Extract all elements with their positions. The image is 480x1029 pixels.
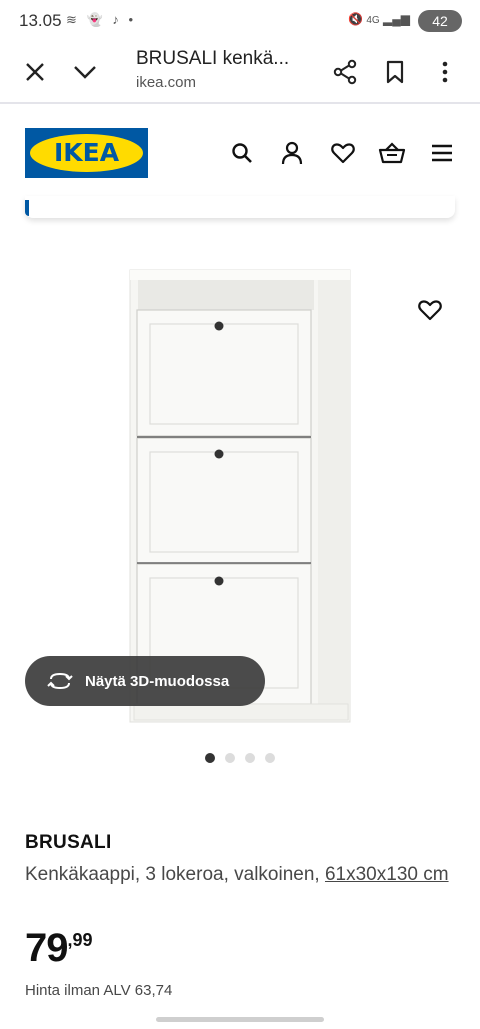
gesture-navigation-bar[interactable]	[156, 1017, 324, 1022]
view-3d-label: Näytä 3D-muodossa	[85, 672, 230, 690]
product-name: BRUSALI	[25, 832, 112, 853]
page-title: BRUSALI kenkä...	[136, 48, 290, 69]
search-icon	[232, 143, 252, 163]
product-dimensions-link[interactable]: 61x30x130 cm	[325, 864, 449, 885]
wind-icon: ≋	[66, 12, 80, 27]
network-type: 4G	[366, 15, 380, 26]
price-without-vat: Hinta ilman ALV 63,74	[25, 982, 173, 999]
heart-icon	[418, 300, 442, 321]
chevron-down-icon	[74, 66, 96, 79]
basket-icon	[378, 142, 406, 164]
bookmark-button[interactable]	[377, 54, 413, 90]
carousel-dot[interactable]	[225, 753, 235, 763]
bookmark-icon	[386, 60, 404, 84]
ikea-logo[interactable]: IKEA	[25, 128, 148, 178]
share-icon	[333, 59, 357, 85]
system-icons: 🔇 4G ▂▄▆	[348, 12, 410, 26]
carousel-dot[interactable]	[205, 753, 215, 763]
product-description: Kenkäkaappi, 3 lokeroa, valkoinen, 61x30…	[25, 861, 465, 889]
dot-icon: •	[128, 12, 137, 27]
notification-icons: ≋ 👻 ♪ •	[66, 12, 136, 28]
favorites-button[interactable]	[329, 139, 357, 167]
price-decimal: ,99	[67, 930, 93, 950]
view-3d-button[interactable]: Näytä 3D-muodossa	[25, 656, 265, 706]
cart-button[interactable]	[378, 139, 406, 167]
minimize-button[interactable]	[67, 54, 103, 90]
carousel-dot[interactable]	[245, 753, 255, 763]
more-options-button[interactable]	[427, 54, 463, 90]
add-to-favorites-button[interactable]	[414, 294, 446, 326]
mute-icon: 🔇	[348, 12, 363, 26]
status-bar: 13.05 ≋ 👻 ♪ • 🔇 4G ▂▄▆ 42	[0, 0, 480, 40]
site-header: IKEA	[0, 106, 480, 196]
user-icon	[281, 141, 303, 165]
notice-card	[25, 196, 455, 218]
carousel-dot[interactable]	[265, 753, 275, 763]
logo-text: IKEA	[53, 138, 120, 167]
account-button[interactable]	[278, 139, 306, 167]
heart-icon	[331, 143, 355, 164]
more-vertical-icon	[442, 61, 448, 83]
product-type: Kenkäkaappi, 3 lokeroa, valkoinen,	[25, 864, 320, 885]
carousel-indicators	[0, 753, 480, 765]
snapchat-icon: 👻	[86, 12, 106, 27]
status-time: 13.05	[19, 11, 62, 30]
card-accent-bar	[25, 200, 29, 216]
share-button[interactable]	[327, 54, 363, 90]
product-image-carousel[interactable]: Näytä 3D-muodossa	[0, 228, 480, 748]
signal-icon: ▂▄▆	[383, 12, 410, 26]
search-button[interactable]	[228, 139, 256, 167]
menu-button[interactable]	[428, 139, 456, 167]
close-tab-button[interactable]	[17, 54, 53, 90]
page-url[interactable]: ikea.com	[136, 74, 196, 91]
rotate-3d-icon	[47, 672, 73, 690]
tiktok-icon: ♪	[112, 12, 122, 27]
browser-toolbar: BRUSALI kenkä... ikea.com	[0, 40, 480, 104]
price-integer: 79	[25, 926, 68, 970]
product-price: 79,99	[25, 926, 93, 974]
close-icon	[26, 63, 44, 81]
hamburger-menu-icon	[432, 144, 452, 162]
battery-indicator: 42	[418, 10, 462, 32]
